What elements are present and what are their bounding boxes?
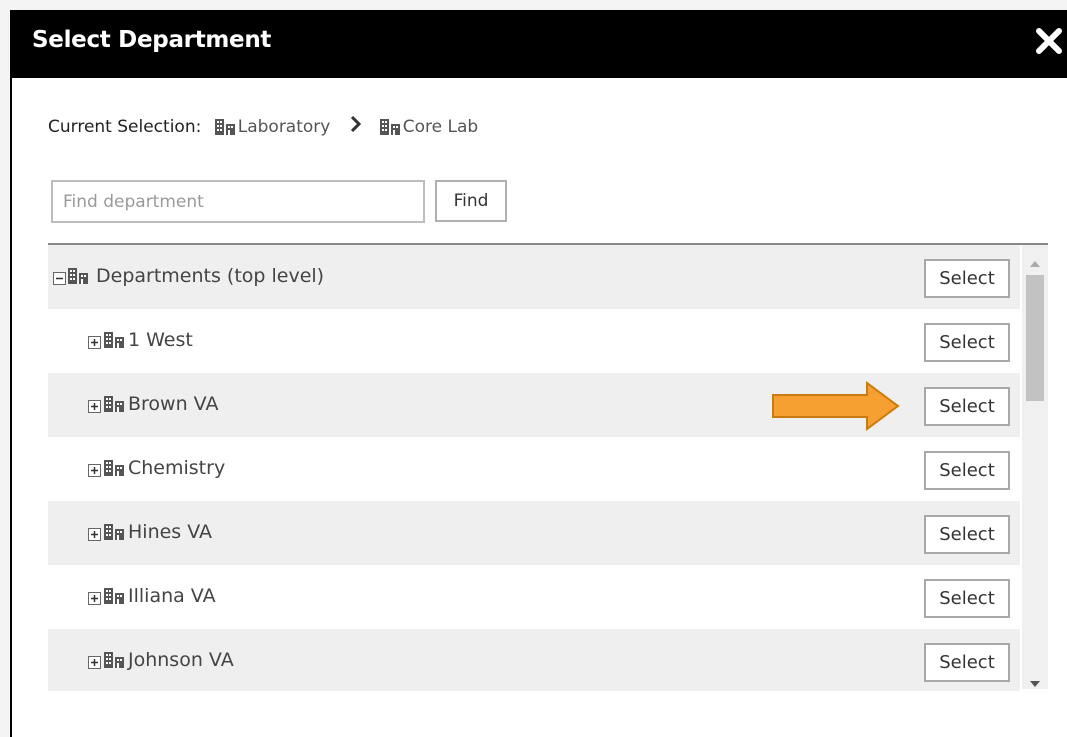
building-icon [68,267,88,288]
tree-item-label[interactable]: Chemistry [128,457,225,479]
tree-row: Johnson VA Select [48,629,1020,691]
building-icon [104,587,124,608]
scroll-up-icon[interactable] [1029,253,1041,272]
tree-row: Illiana VA Select [48,565,1020,629]
close-icon[interactable] [1034,26,1064,56]
department-tree: Departments (top level) Select 1 West Sel… [48,243,1048,691]
minus-box-icon[interactable] [53,270,66,285]
building-icon [104,395,124,416]
plus-box-icon[interactable] [88,334,101,349]
dialog-title: Select Department [32,27,272,53]
tree-scrollbar[interactable] [1022,245,1048,689]
find-department-input[interactable] [51,180,425,223]
dialog-titlebar: Select Department [12,10,1067,78]
tree-item-label[interactable]: Hines VA [128,521,212,543]
select-department-dialog: Select Department Current Selection: Lab… [10,10,1067,737]
breadcrumb-item: Core Lab [402,117,479,137]
tree-root-label[interactable]: Departments (top level) [96,265,324,287]
select-button[interactable]: Select [924,515,1010,554]
current-selection: Current Selection: Laboratory Core Lab [48,115,479,140]
tree-row: 1 West Select [48,309,1020,373]
plus-box-icon[interactable] [88,526,101,541]
scroll-down-icon[interactable] [1029,673,1041,692]
plus-box-icon[interactable] [88,590,101,605]
building-icon [104,523,124,544]
tree-row: Hines VA Select [48,501,1020,565]
select-button[interactable]: Select [924,387,1010,426]
tree-item-label[interactable]: Brown VA [128,393,218,415]
building-icon [104,459,124,480]
select-button[interactable]: Select [924,259,1010,298]
plus-box-icon[interactable] [88,462,101,477]
select-button[interactable]: Select [924,323,1010,362]
tree-row: Chemistry Select [48,437,1020,501]
select-button[interactable]: Select [924,579,1010,618]
plus-box-icon[interactable] [88,398,101,413]
building-icon [104,331,124,352]
select-button[interactable]: Select [924,451,1010,490]
building-icon [104,651,124,672]
tree-item-label[interactable]: 1 West [128,329,193,351]
scrollbar-thumb[interactable] [1026,275,1044,401]
find-button[interactable]: Find [435,180,507,222]
arrow-right-icon [770,381,902,435]
tree-item-label[interactable]: Johnson VA [128,649,234,671]
breadcrumb-item: Laboratory [237,117,331,137]
building-icon [214,118,235,140]
chevron-right-icon [350,115,362,137]
current-selection-label: Current Selection: [48,117,202,137]
building-icon [379,118,400,140]
tree-item-label[interactable]: Illiana VA [128,585,216,607]
tree-row-root: Departments (top level) Select [48,245,1020,309]
plus-box-icon[interactable] [88,654,101,669]
select-button[interactable]: Select [924,643,1010,682]
